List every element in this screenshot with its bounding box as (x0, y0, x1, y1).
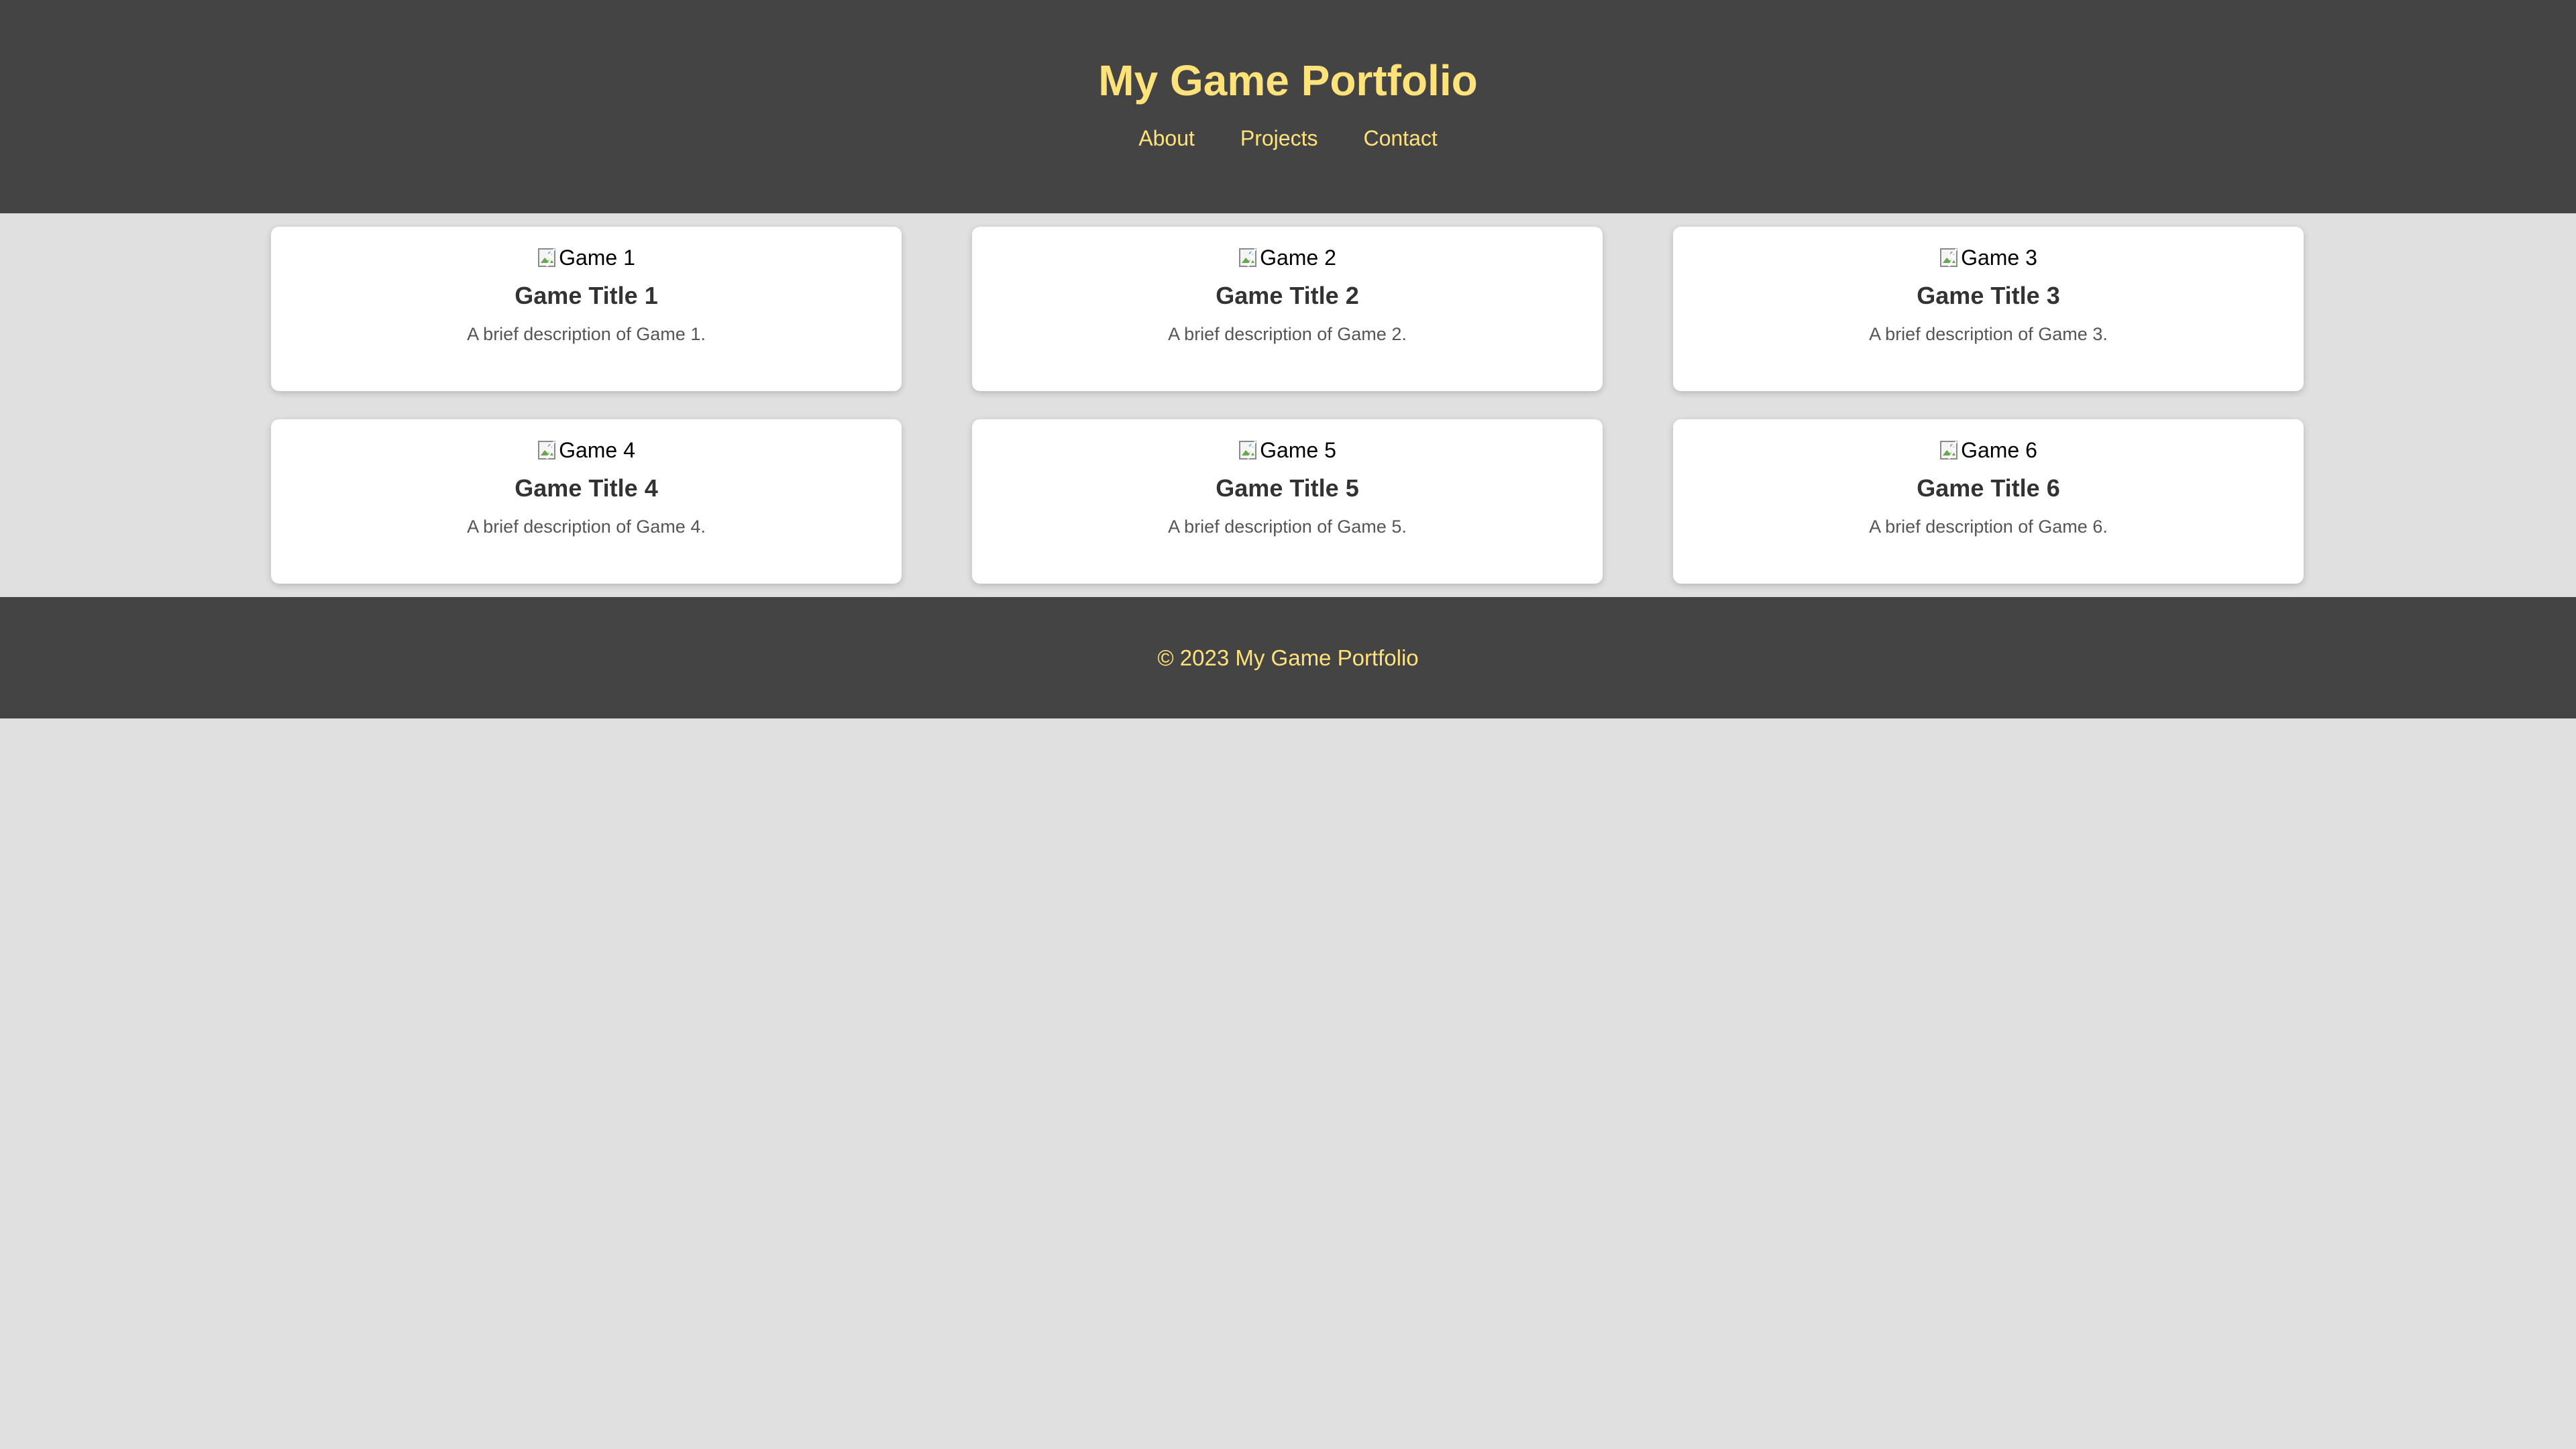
broken-image-icon (1939, 247, 1960, 268)
nav-link-contact[interactable]: Contact (1363, 125, 1437, 152)
game-description: A brief description of Game 2. (1168, 324, 1407, 344)
broken-image-icon (537, 439, 557, 461)
nav-link-projects[interactable]: Projects (1240, 125, 1318, 152)
game-card[interactable]: Game 5 Game Title 5 A brief description … (972, 419, 1603, 584)
game-image-alt: Game 1 (559, 246, 635, 270)
game-image-alt: Game 4 (559, 438, 635, 462)
game-title: Game Title 3 (1917, 282, 2060, 309)
site-title: My Game Portfolio (1098, 56, 1478, 105)
game-title: Game Title 4 (515, 474, 658, 502)
game-description: A brief description of Game 4. (467, 517, 706, 537)
game-title: Game Title 6 (1917, 474, 2060, 502)
game-description: A brief description of Game 1. (467, 324, 706, 344)
broken-image-icon (537, 247, 557, 268)
broken-image-icon (1939, 439, 1960, 461)
game-image: Game 6 (1939, 437, 2037, 464)
nav-link-about[interactable]: About (1138, 125, 1195, 152)
game-title: Game Title 2 (1216, 282, 1359, 309)
game-description: A brief description of Game 5. (1168, 517, 1407, 537)
game-card[interactable]: Game 4 Game Title 4 A brief description … (271, 419, 902, 584)
game-card[interactable]: Game 6 Game Title 6 A brief description … (1673, 419, 2304, 584)
game-card[interactable]: Game 1 Game Title 1 A brief description … (271, 227, 902, 391)
broken-image-icon (1238, 247, 1258, 268)
game-image: Game 5 (1238, 437, 1336, 464)
game-card[interactable]: Game 2 Game Title 2 A brief description … (972, 227, 1603, 391)
game-image-alt: Game 2 (1260, 246, 1336, 270)
game-image: Game 2 (1238, 244, 1336, 271)
game-image: Game 4 (537, 437, 635, 464)
game-image-alt: Game 6 (1961, 438, 2037, 462)
game-image-alt: Game 3 (1961, 246, 2037, 270)
site-footer: © 2023 My Game Portfolio (0, 597, 2576, 718)
game-card[interactable]: Game 3 Game Title 3 A brief description … (1673, 227, 2304, 391)
game-image: Game 3 (1939, 244, 2037, 271)
game-grid: Game 1 Game Title 1 A brief description … (0, 213, 2576, 597)
broken-image-icon (1238, 439, 1258, 461)
game-description: A brief description of Game 3. (1869, 324, 2108, 344)
game-title: Game Title 5 (1216, 474, 1359, 502)
footer-copyright: © 2023 My Game Portfolio (1157, 645, 1419, 670)
main-nav: About Projects Contact (1138, 125, 1438, 152)
game-image: Game 1 (537, 244, 635, 271)
site-header: My Game Portfolio About Projects Contact (0, 0, 2576, 213)
game-description: A brief description of Game 6. (1869, 517, 2108, 537)
game-title: Game Title 1 (515, 282, 658, 309)
game-image-alt: Game 5 (1260, 438, 1336, 462)
